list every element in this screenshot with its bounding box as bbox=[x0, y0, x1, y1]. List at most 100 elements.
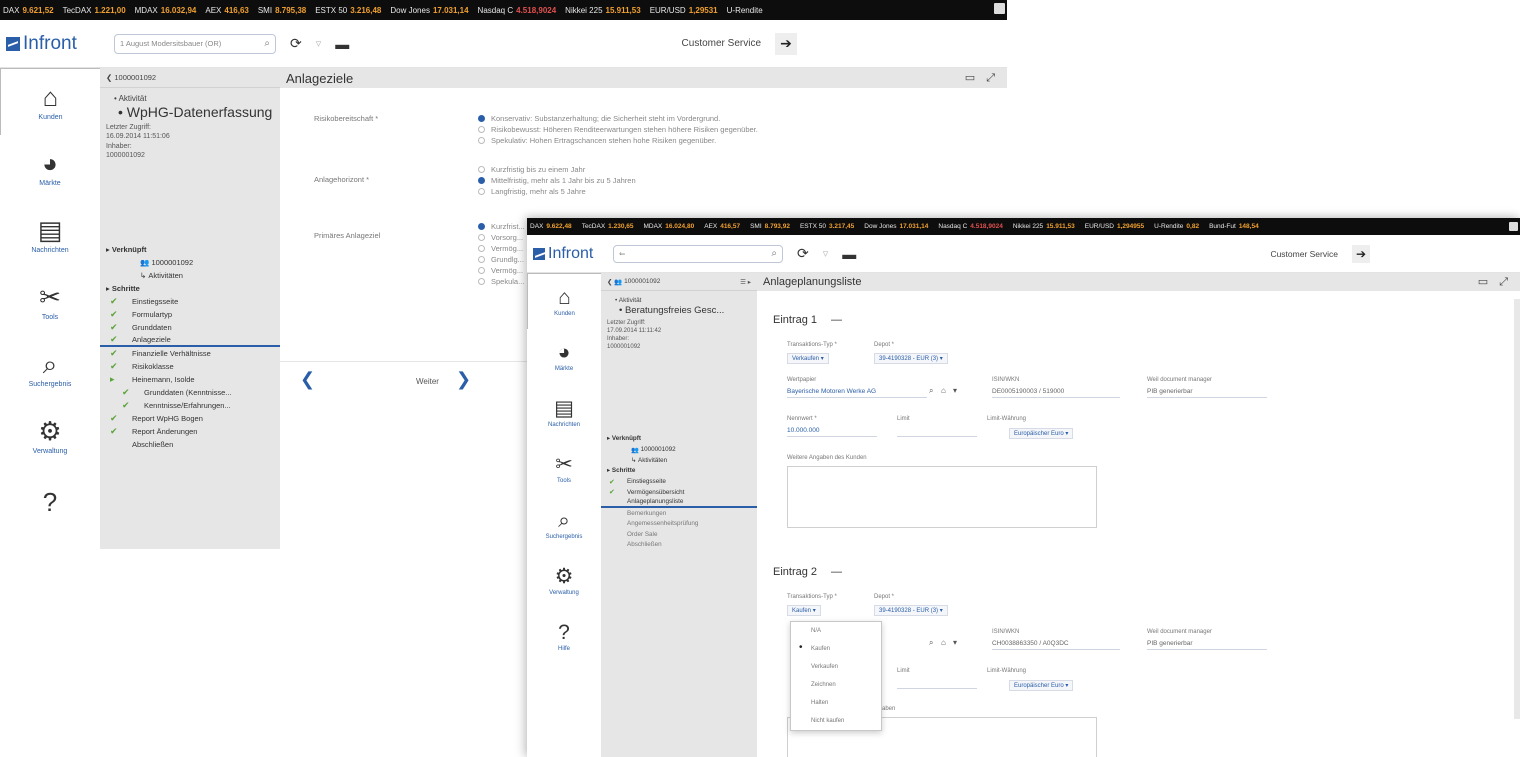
logout-arrow-icon[interactable]: ➔ bbox=[775, 32, 797, 55]
ticker-toggle-icon[interactable] bbox=[1509, 222, 1518, 231]
step-item[interactable]: ✔ Report WpHG Bogen bbox=[100, 412, 280, 425]
radio-button[interactable] bbox=[478, 137, 485, 144]
radio-button[interactable] bbox=[478, 256, 485, 263]
ticker-item[interactable]: TecDAX 1.230,65 bbox=[582, 223, 634, 230]
ticker-item[interactable]: TecDAX 1.221,00 bbox=[63, 6, 126, 15]
depot-select[interactable]: 39-4190328 - EUR (3) ▾ bbox=[874, 605, 948, 616]
step-item[interactable]: ✔ Report Änderungen bbox=[100, 425, 280, 438]
search-icon[interactable]: ⌕ bbox=[771, 248, 777, 259]
linked-activities[interactable]: ↳ Aktivitäten bbox=[100, 269, 280, 282]
radio-button[interactable] bbox=[478, 223, 485, 230]
nav-hilfe[interactable]: ? bbox=[0, 470, 100, 537]
window-fullscreen-icon[interactable]: ▭ ⤢ bbox=[965, 71, 999, 85]
tx-type-select[interactable]: Verkaufen ▾ bbox=[787, 353, 829, 364]
chevron-down-icon[interactable]: ▿ bbox=[823, 247, 829, 260]
section-schritte[interactable]: ▸ Schritte bbox=[100, 282, 280, 295]
refresh-icon[interactable]: ⟳ bbox=[290, 35, 302, 52]
radio-option[interactable]: Mittelfristig, mehr als 1 Jahr bis zu 5 … bbox=[478, 176, 636, 185]
isin-field[interactable]: CH0038863350 / A0Q3DC bbox=[992, 639, 1120, 650]
ticker-item[interactable]: EUR/USD 1,29531 bbox=[650, 6, 718, 15]
tree-header[interactable]: ❮ 1000001092 bbox=[100, 68, 280, 88]
depot-select[interactable]: 39-4190328 - EUR (3) ▾ bbox=[874, 353, 948, 364]
step-item[interactable]: ✔ Grunddaten (Kenntnisse... bbox=[100, 386, 280, 399]
radio-option[interactable]: Vermög... bbox=[478, 266, 523, 275]
step-item[interactable]: Anlageplanungsliste bbox=[601, 497, 757, 508]
ticker-item[interactable]: Nikkei 225 15.911,53 bbox=[1013, 223, 1075, 230]
radio-button[interactable] bbox=[478, 177, 485, 184]
nav-nachrichten[interactable]: ▤ Nachrichten bbox=[527, 385, 601, 441]
step-item[interactable]: ✔ Einstiegsseite bbox=[100, 295, 280, 308]
nav-hilfe[interactable]: ? Hilfe bbox=[527, 609, 601, 665]
menu-icon[interactable]: ☰ ▸ bbox=[740, 278, 751, 286]
chevron-down-icon[interactable]: ▾ bbox=[953, 638, 957, 647]
step-item[interactable]: ✔ Formulartyp bbox=[100, 308, 280, 321]
back-chevron-icon[interactable]: ❮ bbox=[106, 73, 114, 82]
bank-icon[interactable]: ⌂ bbox=[941, 386, 946, 395]
ticker-item[interactable]: EUR/USD 1,294955 bbox=[1085, 223, 1144, 230]
radio-button[interactable] bbox=[478, 126, 485, 133]
ticker-item[interactable]: SMI 8.795,38 bbox=[258, 6, 306, 15]
ticker-item[interactable]: Nasdaq C 4.518,9024 bbox=[478, 6, 557, 15]
ticker-item[interactable]: SMI 8.793,92 bbox=[750, 223, 790, 230]
linked-customer[interactable]: 👥 1000001092 bbox=[601, 444, 757, 455]
tx-type-select[interactable]: Kaufen ▾ bbox=[787, 605, 821, 616]
dropdown-option[interactable]: Zeichnen bbox=[791, 676, 881, 694]
step-item[interactable]: Bemerkungen bbox=[601, 508, 757, 519]
nav-maerkte[interactable]: ◕ Märkte bbox=[0, 135, 100, 202]
back-chevron-icon[interactable]: ❮ bbox=[300, 369, 315, 390]
refresh-icon[interactable]: ⟳ bbox=[797, 245, 809, 262]
isin-field[interactable]: DE0005190003 / 519000 bbox=[992, 387, 1120, 398]
collapse-icon[interactable]: — bbox=[831, 566, 842, 578]
print-icon[interactable]: ▬ bbox=[842, 246, 856, 262]
nav-maerkte[interactable]: ◕ Märkte bbox=[527, 329, 601, 385]
limit-field[interactable] bbox=[897, 426, 977, 437]
limit-currency-select[interactable]: Europäischer Euro ▾ bbox=[1009, 428, 1074, 439]
dropdown-option[interactable]: N/A bbox=[791, 622, 881, 640]
logout-arrow-icon[interactable]: ➔ bbox=[1352, 244, 1370, 263]
wdm-field[interactable]: PIB generierbar bbox=[1147, 387, 1267, 398]
ticker-item[interactable]: AEX 416,63 bbox=[205, 6, 248, 15]
ticker-toggle-icon[interactable] bbox=[994, 3, 1005, 14]
radio-option[interactable]: Spekulativ: Hohen Ertragschancen stehen … bbox=[478, 136, 716, 145]
nav-verwaltung[interactable]: ⚙ Verwaltung bbox=[0, 403, 100, 470]
chevron-down-icon[interactable]: ▿ bbox=[316, 37, 322, 50]
radio-button[interactable] bbox=[478, 234, 485, 241]
radio-option[interactable]: Vorsorg... bbox=[478, 233, 523, 242]
ticker-item[interactable]: DAX 9.622,48 bbox=[530, 223, 572, 230]
radio-option[interactable]: Grundlg... bbox=[478, 255, 524, 264]
radio-option[interactable]: Vermög... bbox=[478, 244, 523, 253]
step-item[interactable]: ✔ Kenntnisse/Erfahrungen... bbox=[100, 399, 280, 412]
step-item[interactable]: Angemessenheitsprüfung bbox=[601, 518, 757, 529]
ticker-item[interactable]: Nikkei 225 15.911,53 bbox=[565, 6, 641, 15]
ticker-item[interactable]: ESTX 50 3.217,45 bbox=[800, 223, 854, 230]
search-input[interactable]: ⇐ ⌕ bbox=[613, 244, 783, 263]
nav-kunden[interactable]: ⌂ Kunden bbox=[0, 68, 100, 135]
nav-nachrichten[interactable]: ▤ Nachrichten bbox=[0, 202, 100, 269]
search-icon[interactable]: ⌕ bbox=[929, 386, 933, 396]
ticker-item[interactable]: Dow Jones 17.031,14 bbox=[390, 6, 468, 15]
next-chevron-icon[interactable]: ❯ bbox=[456, 369, 471, 390]
step-item[interactable]: ✔ Risikoklasse bbox=[100, 360, 280, 373]
search-input[interactable]: 1 August Modersitsbauer (OR) ⌕ bbox=[114, 33, 276, 54]
section-schritte[interactable]: ▸ Schritte bbox=[601, 465, 757, 476]
nav-kunden[interactable]: ⌂ Kunden bbox=[527, 273, 601, 329]
vertical-scrollbar[interactable] bbox=[1514, 299, 1520, 719]
limit-currency-select[interactable]: Europäischer Euro ▾ bbox=[1009, 680, 1074, 691]
radio-option[interactable]: Kurzfrist... bbox=[478, 222, 525, 231]
linked-activities[interactable]: ↳ Aktivitäten bbox=[601, 455, 757, 466]
collapse-icon[interactable]: — bbox=[831, 314, 842, 326]
step-item[interactable]: ✔ Finanzielle Verhältnisse bbox=[100, 347, 280, 360]
ticker-item[interactable]: U-Rendite bbox=[727, 6, 763, 15]
step-item[interactable]: Abschließen bbox=[601, 539, 757, 550]
wertpapier-field[interactable]: Bayerische Motoren Werke AG bbox=[787, 387, 927, 398]
ticker-item[interactable]: AEX 416,57 bbox=[704, 223, 740, 230]
search-icon[interactable]: ⌕ bbox=[929, 638, 933, 648]
section-verknuepft[interactable]: ▸ Verknüpft bbox=[601, 433, 757, 444]
radio-button[interactable] bbox=[478, 245, 485, 252]
radio-button[interactable] bbox=[478, 115, 485, 122]
window-fullscreen-icon[interactable]: ▭ ⤢ bbox=[1478, 275, 1512, 289]
step-item[interactable]: Abschließen bbox=[100, 438, 280, 451]
tree-header[interactable]: ❮ 👥 1000001092 ☰ ▸ bbox=[601, 273, 757, 291]
step-item[interactable]: ✔ Grunddaten bbox=[100, 321, 280, 334]
step-item[interactable]: ✔ Anlageziele bbox=[100, 334, 280, 347]
